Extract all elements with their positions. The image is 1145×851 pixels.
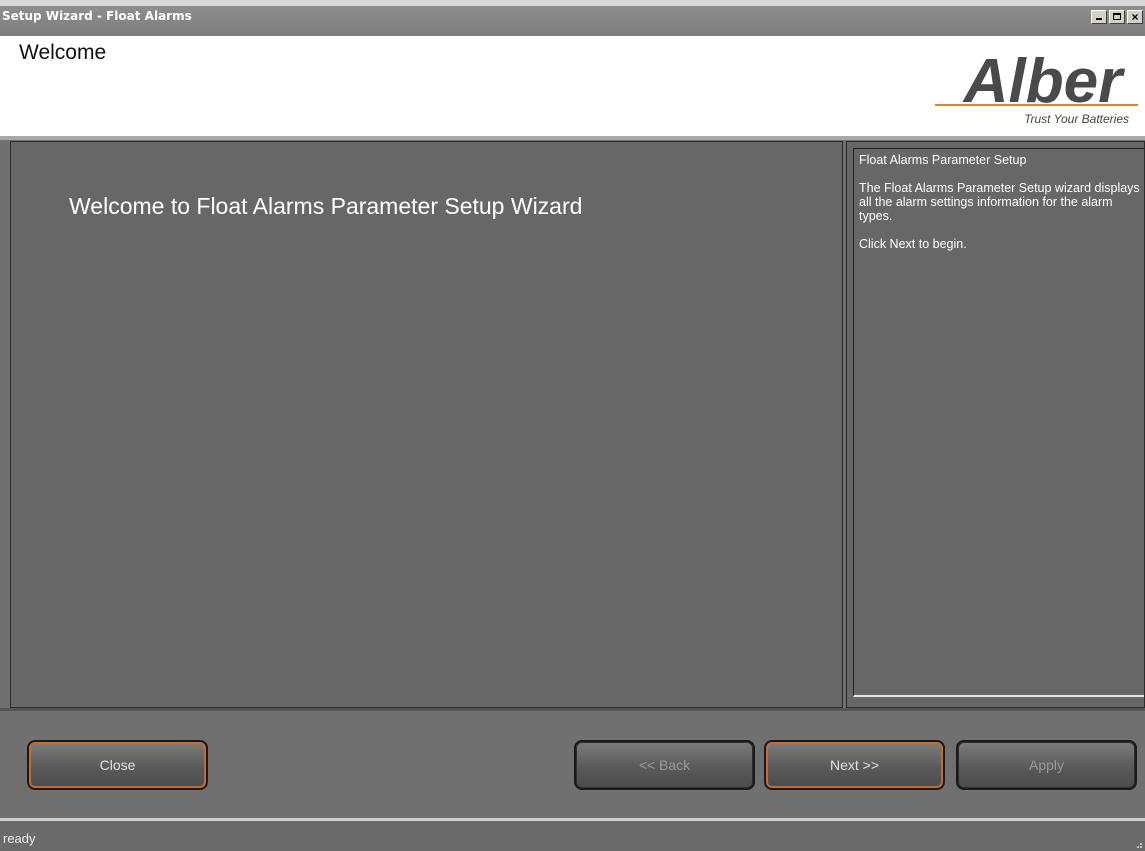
- help-description: The Float Alarms Parameter Setup wizard …: [859, 181, 1140, 223]
- apply-button[interactable]: Apply: [956, 740, 1137, 790]
- resize-grip-icon[interactable]: [1133, 839, 1143, 849]
- close-window-button[interactable]: ×: [1127, 10, 1143, 24]
- status-bar: ready: [0, 818, 1145, 851]
- next-button[interactable]: Next >>: [764, 740, 945, 790]
- maximize-button[interactable]: [1109, 10, 1125, 24]
- button-bar: Close << Back Next >> Apply: [0, 711, 1145, 818]
- help-heading: Float Alarms Parameter Setup: [859, 153, 1027, 167]
- help-text-area[interactable]: Float Alarms Parameter Setup The Float A…: [853, 148, 1144, 697]
- welcome-heading: Welcome to Float Alarms Parameter Setup …: [69, 193, 583, 219]
- window-title: Setup Wizard - Float Alarms: [2, 9, 192, 23]
- page-title: Welcome: [19, 41, 107, 64]
- header-divider: [0, 136, 1145, 140]
- window-controls: ×: [1091, 10, 1143, 24]
- title-bar[interactable]: Setup Wizard - Float Alarms ×: [0, 0, 1145, 36]
- content-panel: Welcome to Float Alarms Parameter Setup …: [10, 141, 843, 708]
- close-button[interactable]: Close: [27, 740, 208, 790]
- wizard-header: Welcome Alber Trust Your Batteries: [0, 36, 1145, 136]
- help-panel: Float Alarms Parameter Setup The Float A…: [846, 141, 1145, 708]
- minimize-button[interactable]: [1091, 10, 1107, 24]
- alber-logo: Alber Trust Your Batteries: [935, 47, 1138, 126]
- back-button[interactable]: << Back: [574, 740, 755, 790]
- logo-wordmark: Alber: [962, 47, 1125, 116]
- help-instruction: Click Next to begin.: [859, 237, 967, 251]
- logo-tagline: Trust Your Batteries: [1024, 112, 1129, 126]
- status-text: ready: [3, 831, 36, 846]
